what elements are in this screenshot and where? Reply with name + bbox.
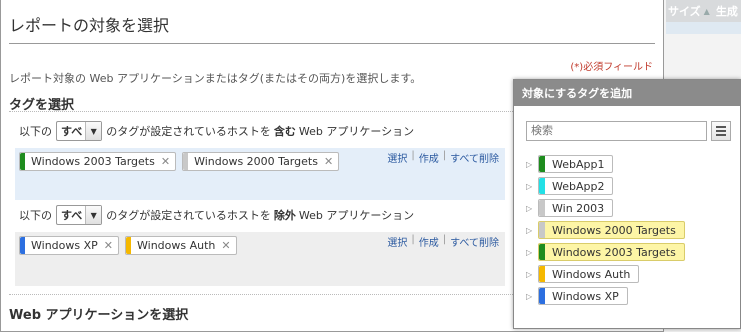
exclude-keyword: 除外 [273,209,296,222]
tag-label: Windows 2003 Targets [552,245,676,259]
popup-tag-list: ▷ WebApp1 ▷ WebApp2 ▷ Win 2003 ▷ Windows… [526,153,685,307]
close-icon[interactable]: ✕ [161,155,170,168]
exclude-match-select[interactable]: すべ ▼ [56,205,103,225]
list-view-icon[interactable] [711,121,731,141]
exclude-match-value: すべ [61,209,83,222]
popup-tag-chip[interactable]: Win 2003 [538,199,614,217]
close-icon[interactable]: ✕ [104,239,113,252]
popup-title: 対象にするタグを追加 [514,80,740,106]
include-suffix: Web アプリケーション [298,125,415,138]
include-match-select[interactable]: すべ ▼ [56,121,103,141]
popup-tag-chip-selected[interactable]: Windows 2003 Targets [538,243,685,261]
tag-color-bar [126,237,131,254]
delete-all-link[interactable]: すべて削除 [446,150,503,165]
popup-tag-chip[interactable]: Windows XP [538,287,628,305]
popup-tag-chip[interactable]: WebApp2 [538,177,614,195]
column-generated-header[interactable]: 生成 [716,3,738,19]
expand-icon[interactable]: ▷ [526,292,538,301]
tag-label: Windows XP [31,239,98,252]
tag-label: Win 2003 [552,201,605,215]
tag-color-bar [539,266,545,282]
title-divider [9,43,655,44]
tag-label: Windows Auth [552,267,631,281]
chevron-down-icon[interactable]: ▼ [85,206,102,224]
sort-icon[interactable]: ▲ [704,7,710,16]
popup-tag-row[interactable]: ▷ Windows 2000 Targets [526,219,685,241]
exclude-middle-text: のタグが設定されているホストを [106,209,271,222]
exclude-prefix: 以下の [19,209,52,222]
tag-color-bar [539,200,545,216]
close-icon[interactable]: ✕ [221,239,230,252]
tag-chip[interactable]: Windows Auth ✕ [125,236,237,255]
exclude-tag-box[interactable]: Windows XP ✕ Windows Auth ✕ 選択 | 作成 | すべ… [15,232,505,286]
tag-color-bar [539,156,545,172]
include-actions: 選択 | 作成 | すべて削除 [383,150,503,165]
expand-icon[interactable]: ▷ [526,182,538,191]
tag-color-bar [20,237,25,254]
description-text: レポート対象の Web アプリケーションまたはタグ(またはその両方)を選択します… [9,72,422,85]
required-field-note: (*)必須フィールド [570,62,653,73]
popup-tag-chip[interactable]: Windows Auth [538,265,640,283]
webapp-section-title: Web アプリケーションを選択 [9,308,189,323]
background-table-row [666,22,741,34]
tag-label: Windows 2000 Targets [194,155,318,168]
background-table-header: サイズ ▲ 生成 [666,0,741,22]
include-match-value: すべ [61,125,83,138]
page-title: レポートの対象を選択 [9,16,170,35]
tag-chip[interactable]: Windows 2003 Targets ✕ [19,152,177,171]
include-middle-text: のタグが設定されているホストを [106,125,271,138]
tag-color-bar [539,244,545,260]
popup-tag-row[interactable]: ▷ Windows Auth [526,263,685,285]
tag-color-bar [183,153,189,170]
close-icon[interactable]: ✕ [324,155,333,168]
include-keyword: 含む [273,125,296,138]
include-tag-list: Windows 2003 Targets ✕ Windows 2000 Targ… [19,152,340,171]
expand-icon[interactable]: ▷ [526,270,538,279]
include-prefix: 以下の [19,125,52,138]
expand-icon[interactable]: ▷ [526,160,538,169]
expand-icon[interactable]: ▷ [526,226,538,235]
popup-tag-row[interactable]: ▷ Win 2003 [526,197,685,219]
popup-tag-row[interactable]: ▷ Windows XP [526,285,685,307]
tag-label: Windows 2000 Targets [552,223,676,237]
delete-all-link[interactable]: すべて削除 [446,234,503,249]
chevron-down-icon[interactable]: ▼ [85,122,102,140]
tag-color-bar [539,288,545,304]
tag-chip[interactable]: Windows 2000 Targets ✕ [182,152,340,171]
popup-tag-row[interactable]: ▷ Windows 2003 Targets [526,241,685,263]
tag-label: WebApp2 [552,179,605,193]
tag-label: Windows Auth [137,239,216,252]
tag-label: Windows 2003 Targets [31,155,155,168]
tag-search-input[interactable] [526,121,707,141]
exclude-tag-list: Windows XP ✕ Windows Auth ✕ [19,236,237,255]
include-filter-line: 以下の すべ ▼ のタグが設定されているホストを 含む Web アプリケーション [19,121,414,141]
exclude-suffix: Web アプリケーション [298,209,415,222]
expand-icon[interactable]: ▷ [526,248,538,257]
tag-color-bar [539,222,545,238]
tag-label: WebApp1 [552,157,605,171]
tag-color-bar [539,178,545,194]
expand-icon[interactable]: ▷ [526,204,538,213]
include-tag-box[interactable]: Windows 2003 Targets ✕ Windows 2000 Targ… [15,148,505,200]
add-tag-popup: 対象にするタグを追加 ▷ WebApp1 ▷ WebApp2 ▷ Win 200… [513,79,741,329]
tag-label: Windows XP [552,289,619,303]
column-size-header[interactable]: サイズ [668,3,701,19]
popup-tag-chip-selected[interactable]: Windows 2000 Targets [538,221,685,239]
select-link[interactable]: 選択 [383,150,411,165]
popup-tag-row[interactable]: ▷ WebApp2 [526,175,685,197]
create-link[interactable]: 作成 [415,150,443,165]
tag-color-bar [20,153,25,170]
tag-chip[interactable]: Windows XP ✕ [19,236,119,255]
create-link[interactable]: 作成 [415,234,443,249]
exclude-actions: 選択 | 作成 | すべて削除 [383,234,503,249]
select-link[interactable]: 選択 [383,234,411,249]
popup-tag-chip[interactable]: WebApp1 [538,155,614,173]
exclude-filter-line: 以下の すべ ▼ のタグが設定されているホストを 除外 Web アプリケーション [19,205,414,225]
popup-tag-row[interactable]: ▷ WebApp1 [526,153,685,175]
